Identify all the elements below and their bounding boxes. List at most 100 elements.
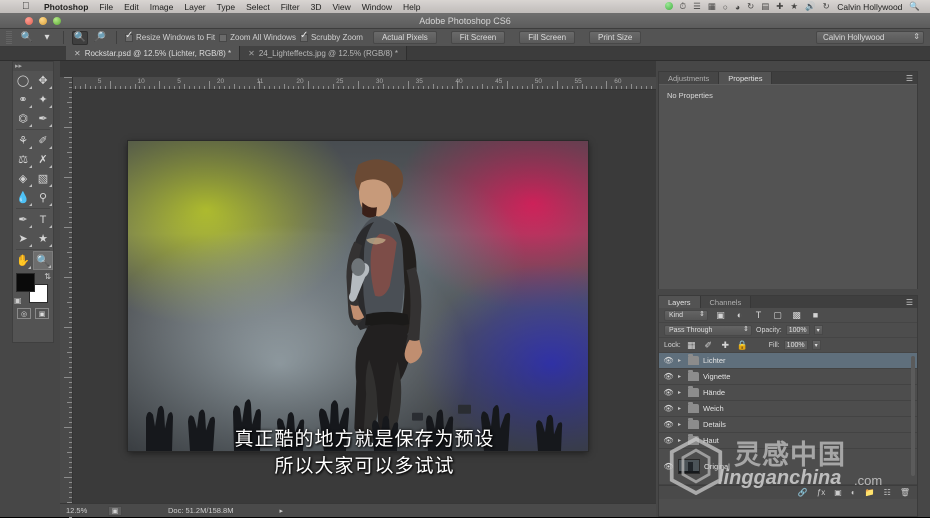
- lock-position-icon[interactable]: ✚: [719, 339, 732, 351]
- mask-icon[interactable]: ▣: [834, 488, 842, 497]
- layer-row-vignette[interactable]: 👁 ▸ Vignette: [659, 369, 917, 385]
- tab-adjustments[interactable]: Adjustments: [659, 72, 720, 84]
- zoom-in-icon[interactable]: 🔍: [72, 30, 88, 45]
- document-tab-lighteffects[interactable]: ✕ 24_Lighteffects.jpg @ 12.5% (RGB/8) *: [240, 46, 407, 60]
- filter-type-icon[interactable]: T: [752, 309, 765, 321]
- layer-filter-kind-select[interactable]: Kind: [664, 309, 708, 321]
- layer-name[interactable]: Hände: [703, 388, 725, 397]
- menu-item-help[interactable]: Help: [397, 2, 425, 12]
- filter-shape-icon[interactable]: ▢: [771, 309, 784, 321]
- actual-pixels-button[interactable]: Actual Pixels: [372, 31, 437, 44]
- sync-icon[interactable]: ↻: [819, 1, 833, 12]
- quick-selection-icon[interactable]: ✦: [33, 90, 53, 109]
- default-colors-icon[interactable]: ▣: [14, 296, 22, 305]
- visibility-icon[interactable]: 👁: [663, 420, 674, 429]
- fx-icon[interactable]: ƒx: [817, 488, 825, 497]
- fill-stepper[interactable]: ▾: [811, 340, 821, 350]
- chevron-right-icon[interactable]: ▸: [678, 357, 684, 364]
- filter-smart-icon[interactable]: ▩: [790, 309, 803, 321]
- type-icon[interactable]: T: [33, 210, 53, 229]
- lasso-icon[interactable]: ⚭: [13, 90, 33, 109]
- opacity-stepper[interactable]: ▾: [813, 325, 823, 335]
- fill-screen-button[interactable]: Fill Screen: [519, 31, 576, 44]
- search-icon[interactable]: 🔍: [909, 1, 930, 12]
- display-icon[interactable]: ▤: [758, 1, 773, 12]
- layer-name[interactable]: Haut: [703, 436, 719, 445]
- visibility-icon[interactable]: 👁: [663, 372, 674, 381]
- fill-value[interactable]: 100%: [783, 340, 808, 350]
- user-switch-icon[interactable]: ★: [787, 1, 802, 12]
- filter-pixel-icon[interactable]: ▣: [714, 309, 727, 321]
- eraser-icon[interactable]: ◈: [13, 169, 33, 188]
- group-icon[interactable]: 📁: [865, 488, 875, 497]
- history-brush-icon[interactable]: ✗: [33, 150, 53, 169]
- canvas-image[interactable]: [128, 141, 588, 451]
- menu-item-file[interactable]: File: [94, 2, 119, 12]
- visibility-icon[interactable]: 👁: [663, 462, 674, 471]
- healing-brush-icon[interactable]: ⚘: [13, 131, 33, 150]
- zoom-tool-icon[interactable]: 🔍: [19, 31, 35, 45]
- lock-all-icon[interactable]: 🔒: [736, 339, 749, 351]
- network-icon[interactable]: ✚: [773, 1, 787, 12]
- move-icon[interactable]: ✥: [33, 71, 53, 90]
- visibility-icon[interactable]: 👁: [663, 436, 674, 445]
- menu-item-filter[interactable]: Filter: [275, 2, 305, 12]
- tab-channels[interactable]: Channels: [700, 296, 752, 308]
- text-icon[interactable]: ☰: [690, 1, 705, 12]
- marquee-elliptical-icon[interactable]: ◯: [13, 71, 33, 90]
- tab-layers[interactable]: Layers: [659, 296, 701, 308]
- wifi-icon[interactable]: ◕: [731, 2, 743, 12]
- swap-colors-icon[interactable]: ⇅: [44, 272, 51, 281]
- zoom-icon[interactable]: 🔍: [32, 251, 53, 270]
- layer-row-haende[interactable]: 👁 ▸ Hände: [659, 385, 917, 401]
- lock-transparent-icon[interactable]: ▦: [685, 339, 698, 351]
- chevron-right-icon[interactable]: ▸: [678, 373, 684, 380]
- chevron-right-icon[interactable]: ▸: [678, 405, 684, 412]
- dodge-icon[interactable]: ⚲: [33, 188, 53, 207]
- chevron-down-icon[interactable]: ▾: [39, 31, 55, 45]
- menubar-user[interactable]: Calvin Hollywood: [833, 2, 909, 12]
- layer-row-haut[interactable]: 👁 ▸ Haut: [659, 433, 917, 449]
- menu-item-view[interactable]: View: [327, 2, 356, 12]
- zoom-level[interactable]: 12.5%: [66, 506, 102, 515]
- chevron-right-icon[interactable]: ▸: [678, 421, 684, 428]
- layer-name[interactable]: Details: [703, 420, 726, 429]
- chevron-right-icon[interactable]: ▸: [279, 507, 283, 515]
- link-icon[interactable]: 🔗: [798, 488, 808, 497]
- panel-menu-icon[interactable]: ☰: [906, 298, 913, 307]
- shape-icon[interactable]: ★: [33, 229, 53, 248]
- menu-item-select[interactable]: Select: [241, 2, 276, 12]
- new-layer-icon[interactable]: ☷: [884, 488, 891, 497]
- menu-item-edit[interactable]: Edit: [119, 2, 145, 12]
- menu-item-photoshop[interactable]: Photoshop: [39, 2, 94, 12]
- fit-screen-button[interactable]: Fit Screen: [450, 31, 506, 44]
- layer-name[interactable]: Weich: [703, 404, 724, 413]
- layer-row-lichter[interactable]: 👁 ▸ Lichter: [659, 353, 917, 369]
- layer-row-original[interactable]: 👁 Original: [659, 449, 917, 485]
- brush-icon[interactable]: ✐: [33, 131, 53, 150]
- timemachine-icon[interactable]: ⏱: [676, 1, 690, 12]
- document-tab-rockstar[interactable]: ✕ Rockstar.psd @ 12.5% (Lichter, RGB/8) …: [66, 46, 241, 60]
- panel-menu-icon[interactable]: ☰: [906, 74, 913, 83]
- volume-icon[interactable]: 🔊: [801, 1, 819, 12]
- keyboard-icon[interactable]: ▦: [704, 1, 719, 12]
- layers-scrollbar[interactable]: [911, 356, 915, 476]
- blur-icon[interactable]: 💧: [13, 188, 33, 207]
- hand-icon[interactable]: ✋: [13, 251, 33, 270]
- delete-icon[interactable]: 🗑: [900, 488, 910, 497]
- opacity-value[interactable]: 100%: [785, 325, 810, 335]
- layer-name[interactable]: Original: [704, 462, 730, 471]
- adjustment-icon[interactable]: ◐: [851, 488, 856, 497]
- eyedropper-icon[interactable]: ✒: [33, 109, 53, 128]
- pen-icon[interactable]: ✒: [13, 210, 33, 229]
- layer-row-weich[interactable]: 👁 ▸ Weich: [659, 401, 917, 417]
- clone-stamp-icon[interactable]: ⚖: [13, 150, 33, 169]
- apple-icon[interactable]: : [22, 1, 30, 12]
- menu-item-image[interactable]: Image: [144, 2, 179, 12]
- menu-item-layer[interactable]: Layer: [179, 2, 211, 12]
- menu-item-3d[interactable]: 3D: [305, 2, 327, 12]
- chevron-right-icon[interactable]: ▸: [678, 437, 684, 444]
- chevron-right-icon[interactable]: ▸: [678, 389, 684, 396]
- visibility-icon[interactable]: 👁: [663, 388, 674, 397]
- workspace-selector[interactable]: Calvin Hollywood: [816, 31, 924, 44]
